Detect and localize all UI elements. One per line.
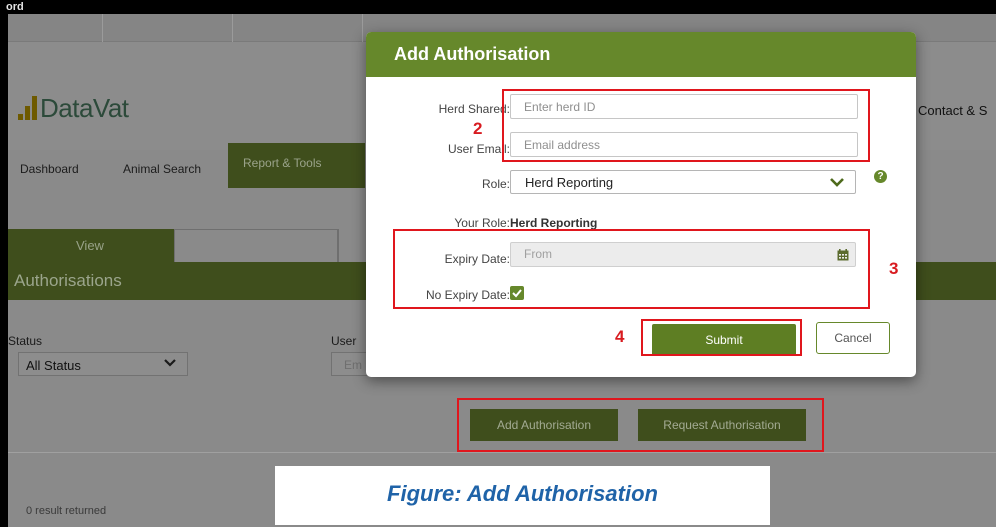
annotation-box-3 xyxy=(393,229,870,309)
annotation-box-4 xyxy=(641,319,802,356)
logo-bars-icon xyxy=(18,96,37,120)
contact-link[interactable]: Contact & S xyxy=(909,99,987,123)
cancel-button[interactable]: Cancel xyxy=(816,322,890,354)
role-select-value: Herd Reporting xyxy=(525,175,614,190)
annotation-number-3: 3 xyxy=(889,259,899,278)
logo-text: DataVat xyxy=(40,93,129,123)
results-count: 0 result returned xyxy=(26,505,107,517)
annotation-number-4: 4 xyxy=(615,327,625,346)
user-filter-label: User xyxy=(331,334,357,348)
tab-view[interactable]: View xyxy=(8,229,174,262)
user-filter-input[interactable]: Em xyxy=(331,352,371,376)
tab-tertiary[interactable] xyxy=(338,229,368,262)
user-email-label: User Email: xyxy=(447,142,510,156)
window-title: ord xyxy=(6,1,24,13)
your-role-value: Herd Reporting xyxy=(510,216,598,230)
status-filter-value: All Status xyxy=(26,358,81,373)
chevron-down-icon xyxy=(830,178,844,187)
status-filter-select[interactable]: All Status xyxy=(18,352,188,376)
figure-caption: Figure: Add Authorisation xyxy=(387,481,658,506)
tab-view-label: View xyxy=(76,238,104,253)
top-bar-segment xyxy=(8,14,103,42)
datavat-logo[interactable]: DataVat xyxy=(18,93,129,123)
dialog-title: Add Authorisation xyxy=(394,44,551,64)
nav-dashboard[interactable]: Dashboard xyxy=(20,150,79,188)
window-frame-left xyxy=(0,0,8,527)
annotation-box-actions xyxy=(457,398,824,452)
nav-report-tools-label: Report & Tools xyxy=(243,156,322,170)
annotation-number-2: 2 xyxy=(473,119,483,138)
help-icon[interactable]: ? xyxy=(874,170,887,183)
your-role-label: Your Role: xyxy=(454,216,510,230)
top-bar-segment xyxy=(103,14,233,42)
user-filter-placeholder: Em xyxy=(344,358,362,372)
herd-shared-label: Herd Shared: xyxy=(438,102,510,116)
annotation-box-2 xyxy=(502,89,870,162)
role-select[interactable]: Herd Reporting xyxy=(510,170,856,194)
nav-animal-search[interactable]: Animal Search xyxy=(123,150,201,188)
top-bar-segment xyxy=(233,14,363,42)
figure-caption-box: Figure: Add Authorisation xyxy=(275,466,770,525)
nav-report-tools[interactable]: Report & Tools xyxy=(228,143,365,188)
tab-secondary[interactable] xyxy=(174,229,338,262)
chevron-down-icon xyxy=(164,359,176,367)
dialog-header: Add Authorisation xyxy=(366,32,916,77)
role-label: Role: xyxy=(481,177,510,191)
section-title: Authorisations xyxy=(14,271,122,290)
status-filter-label: Status xyxy=(8,334,43,348)
window-frame-top xyxy=(0,0,996,14)
